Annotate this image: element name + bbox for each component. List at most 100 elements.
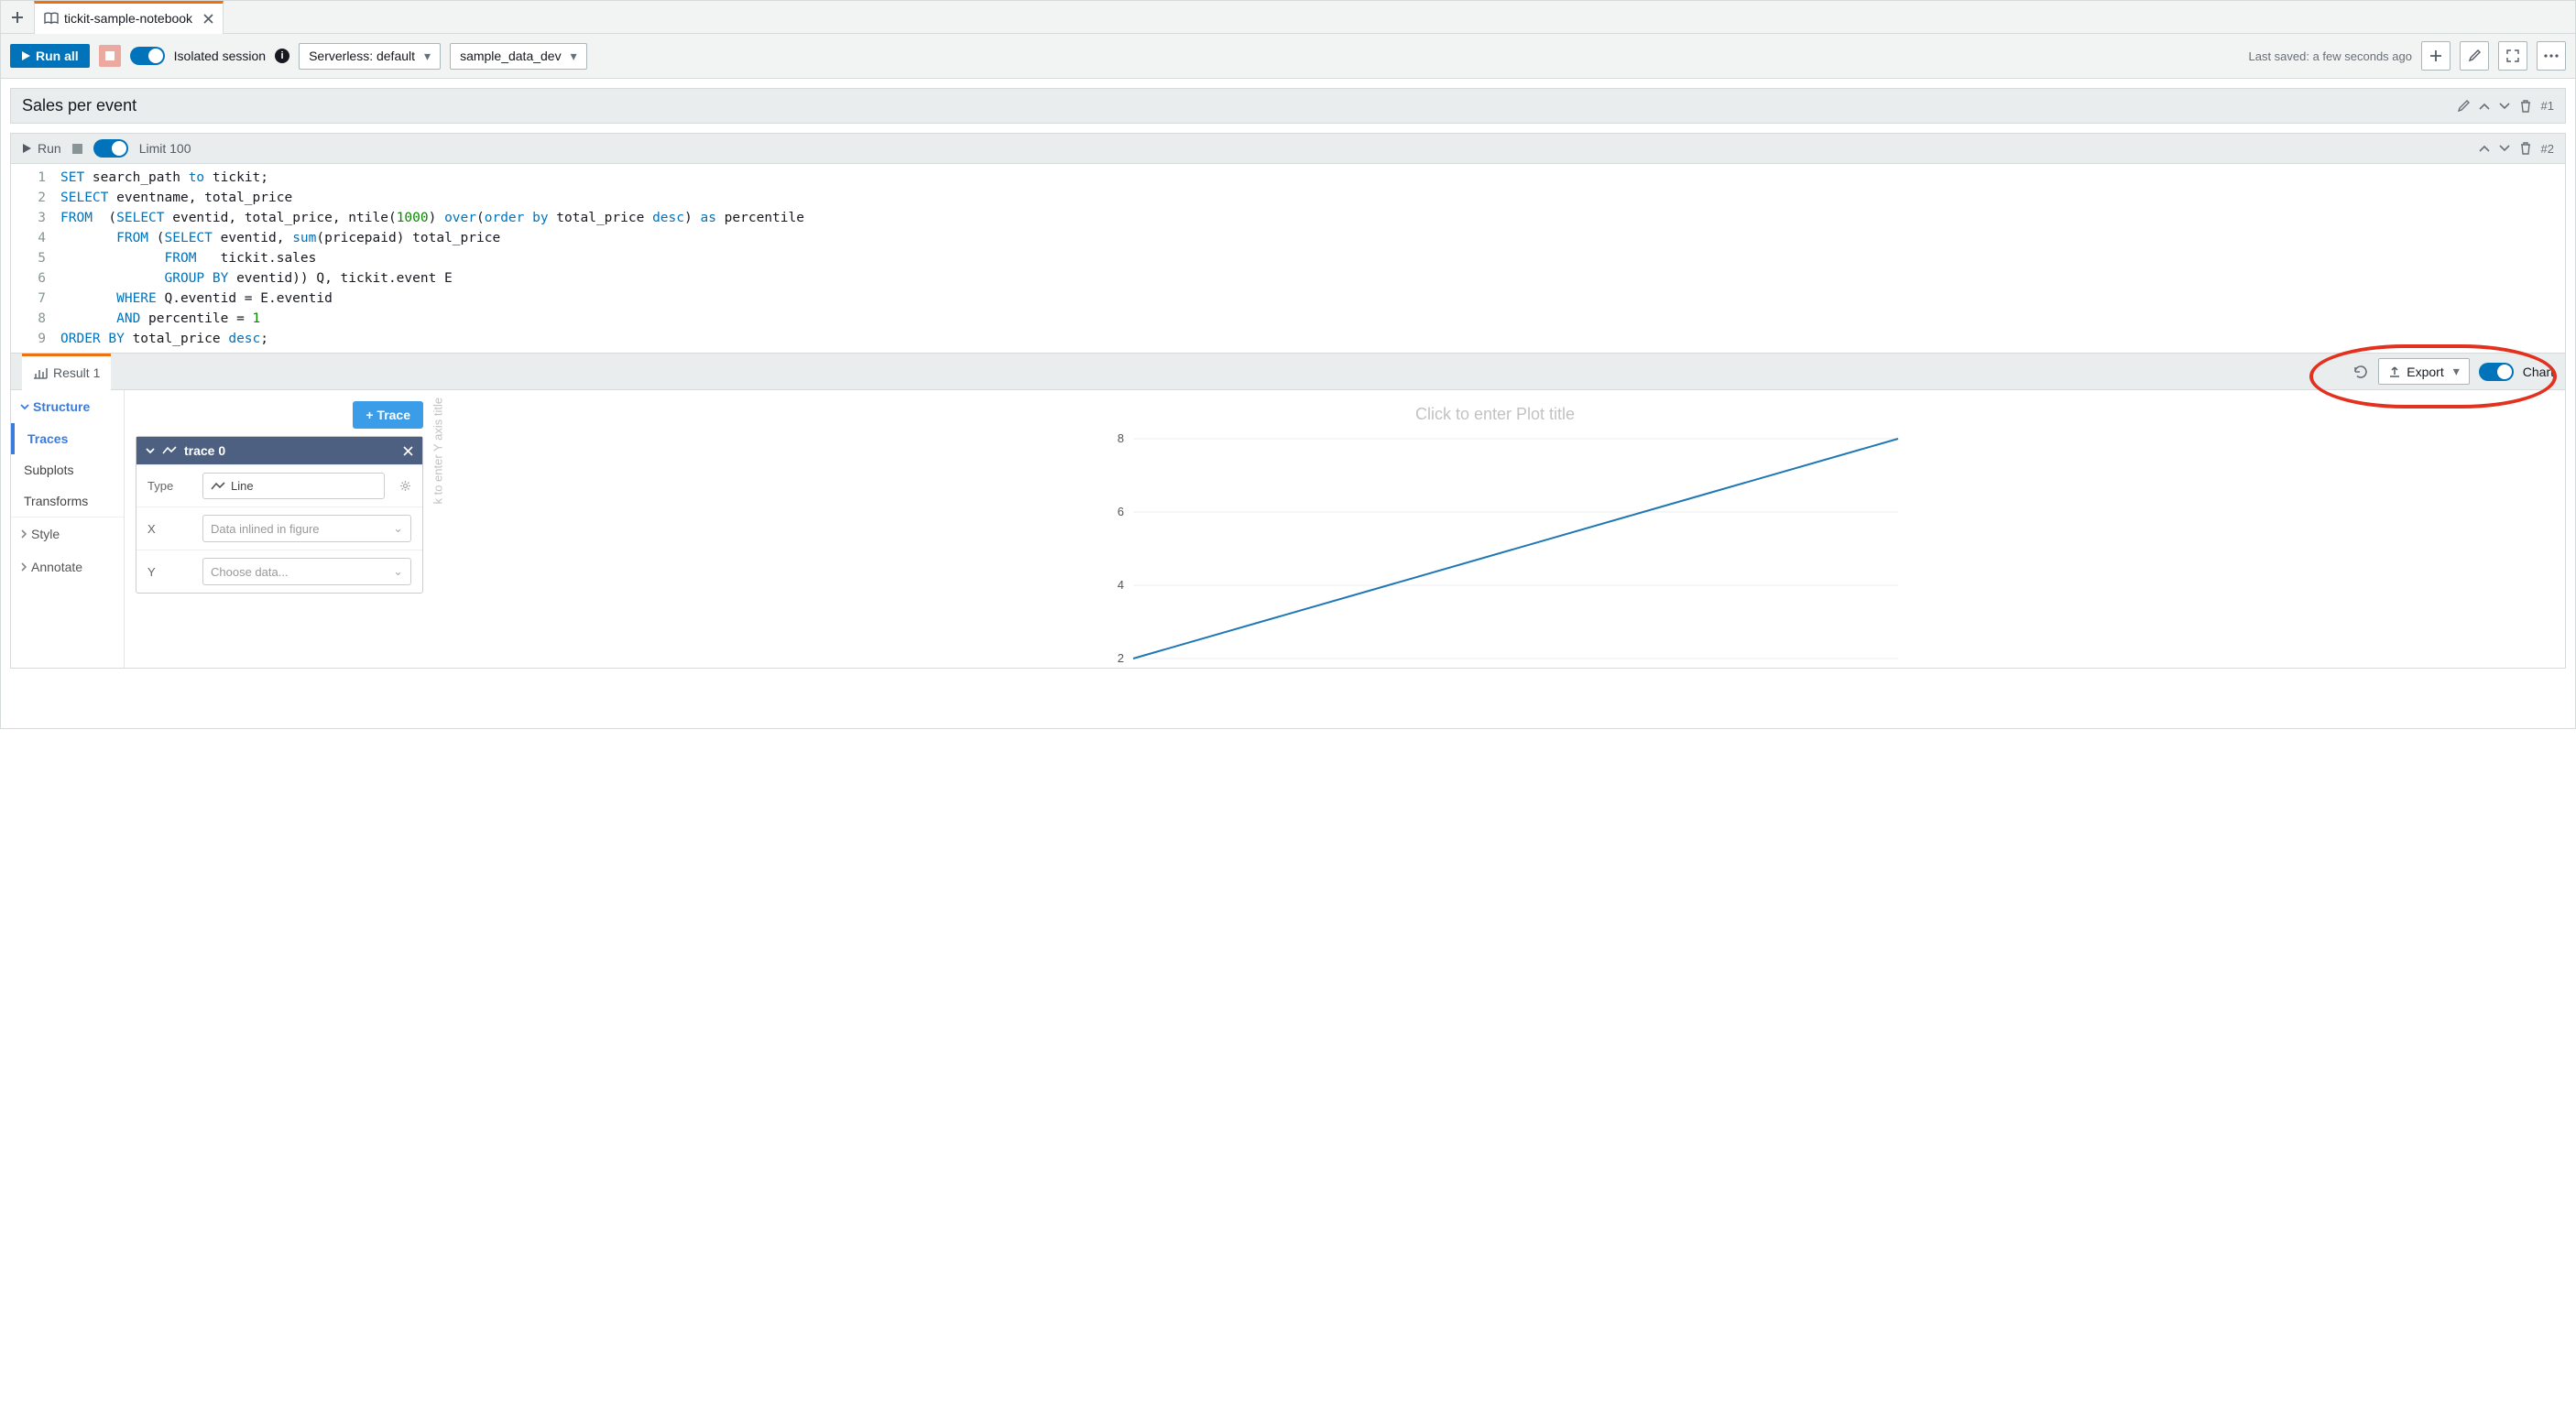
plot-canvas[interactable]: Click to enter Plot title k to enter Y a…	[434, 390, 2565, 668]
tab-title: tickit-sample-notebook	[64, 11, 192, 26]
sql-editor[interactable]: 1SET search_path to tickit;2SELECT event…	[11, 163, 2565, 353]
stop-icon	[105, 51, 115, 60]
move-up-button[interactable]	[2479, 145, 2490, 152]
chevron-down-icon	[2499, 145, 2510, 152]
stop-cell-button[interactable]	[72, 144, 82, 154]
database-select[interactable]: sample_data_dev ▾	[450, 43, 587, 70]
cell-number: #2	[2541, 142, 2554, 156]
svg-text:2: 2	[1118, 651, 1124, 665]
trash-icon	[2519, 142, 2532, 155]
x-value: Data inlined in figure	[211, 522, 320, 536]
chevron-down-icon	[2499, 103, 2510, 110]
chevron-right-icon	[20, 529, 27, 539]
result-tab-label: Result 1	[53, 365, 100, 380]
chevron-down-icon	[20, 402, 29, 411]
x-data-select[interactable]: Data inlined in figure ⌄	[202, 515, 411, 542]
sidebar-item-subplots[interactable]: Subplots	[11, 454, 124, 485]
chart-icon	[33, 366, 48, 379]
move-down-button[interactable]	[2499, 103, 2510, 110]
trash-icon	[2519, 100, 2532, 113]
line-icon	[162, 446, 177, 455]
isolated-session-toggle[interactable]	[130, 47, 165, 65]
play-icon	[22, 143, 32, 154]
y-label: Y	[147, 565, 193, 579]
chevron-up-icon	[2479, 145, 2490, 152]
run-all-button[interactable]: Run all	[10, 44, 90, 68]
chart-toggle[interactable]	[2479, 363, 2514, 381]
main-toolbar: Run all Isolated session i Serverless: d…	[1, 34, 2575, 79]
svg-text:6: 6	[1118, 505, 1124, 518]
chart-toggle-label: Chart	[2523, 365, 2554, 379]
tab-bar: tickit-sample-notebook	[1, 1, 2575, 34]
new-tab-button[interactable]	[1, 11, 34, 24]
line-icon	[211, 482, 225, 491]
play-icon	[21, 50, 31, 61]
tab-notebook[interactable]: tickit-sample-notebook	[34, 1, 224, 34]
limit-label: Limit 100	[139, 141, 191, 156]
chart-builder: Structure Traces Subplots Transforms Sty…	[11, 389, 2565, 668]
connection-select-value: Serverless: default	[309, 49, 415, 63]
sidebar-group-style[interactable]: Style	[11, 517, 124, 550]
notebook-icon	[44, 12, 59, 25]
sidebar-label: Style	[31, 527, 60, 541]
connection-select[interactable]: Serverless: default ▾	[299, 43, 441, 70]
delete-cell-button[interactable]	[2519, 100, 2532, 113]
add-trace-button[interactable]: + Trace	[353, 401, 423, 429]
run-cell-button[interactable]: Run	[22, 141, 61, 156]
export-label: Export	[2407, 365, 2443, 379]
run-label: Run	[38, 141, 61, 156]
info-icon[interactable]: i	[275, 49, 289, 63]
y-data-select[interactable]: Choose data... ⌄	[202, 558, 411, 585]
chevron-down-icon: ▾	[2453, 364, 2460, 379]
trace-header[interactable]: trace 0	[136, 437, 422, 464]
close-trace-button[interactable]	[403, 446, 413, 456]
isolated-session-label: Isolated session	[174, 49, 266, 63]
pencil-icon	[2457, 100, 2470, 113]
plus-icon	[11, 11, 24, 24]
expand-icon	[2506, 49, 2519, 62]
plot-title-placeholder[interactable]: Click to enter Plot title	[443, 399, 2547, 430]
svg-text:4: 4	[1118, 578, 1124, 592]
limit-toggle[interactable]	[93, 139, 128, 158]
sidebar-label: Annotate	[31, 560, 82, 574]
edit-cell-button[interactable]	[2457, 100, 2470, 113]
chevron-down-icon: ▾	[424, 49, 431, 64]
more-button[interactable]	[2537, 41, 2566, 71]
close-icon	[403, 446, 413, 456]
gear-icon[interactable]	[399, 480, 411, 492]
add-cell-button[interactable]	[2421, 41, 2450, 71]
sidebar-item-transforms[interactable]: Transforms	[11, 485, 124, 517]
refresh-button[interactable]	[2352, 364, 2369, 380]
chevron-down-icon: ⌄	[393, 564, 403, 579]
chevron-right-icon	[20, 562, 27, 572]
y-axis-placeholder[interactable]: k to enter Y axis title	[431, 397, 445, 504]
type-select[interactable]: Line	[202, 473, 385, 499]
database-select-value: sample_data_dev	[460, 49, 562, 63]
move-up-button[interactable]	[2479, 103, 2490, 110]
plot-svg: 2 4 6 8	[443, 430, 2547, 668]
y-value: Choose data...	[211, 565, 289, 579]
export-button[interactable]: Export ▾	[2378, 358, 2470, 385]
chevron-down-icon	[146, 446, 155, 455]
sidebar-group-annotate[interactable]: Annotate	[11, 550, 124, 583]
run-all-label: Run all	[36, 49, 79, 63]
result-tab[interactable]: Result 1	[22, 354, 111, 390]
cell-markdown: Sales per event #1	[10, 88, 2566, 124]
sidebar-item-traces[interactable]: Traces	[11, 423, 124, 454]
move-down-button[interactable]	[2499, 145, 2510, 152]
svg-text:8: 8	[1118, 431, 1124, 445]
stop-all-button[interactable]	[99, 45, 121, 67]
chevron-up-icon	[2479, 103, 2490, 110]
type-label: Type	[147, 479, 193, 493]
expand-button[interactable]	[2498, 41, 2527, 71]
refresh-icon	[2352, 364, 2369, 380]
sidebar-group-structure[interactable]: Structure	[11, 390, 124, 423]
last-saved-text: Last saved: a few seconds ago	[2248, 49, 2412, 63]
close-icon[interactable]	[203, 14, 213, 24]
pencil-icon	[2468, 49, 2481, 62]
edit-button[interactable]	[2460, 41, 2489, 71]
dots-icon	[2544, 54, 2559, 58]
trace-config: trace 0 Type Line	[136, 436, 423, 594]
delete-cell-button[interactable]	[2519, 142, 2532, 155]
x-label: X	[147, 522, 193, 536]
